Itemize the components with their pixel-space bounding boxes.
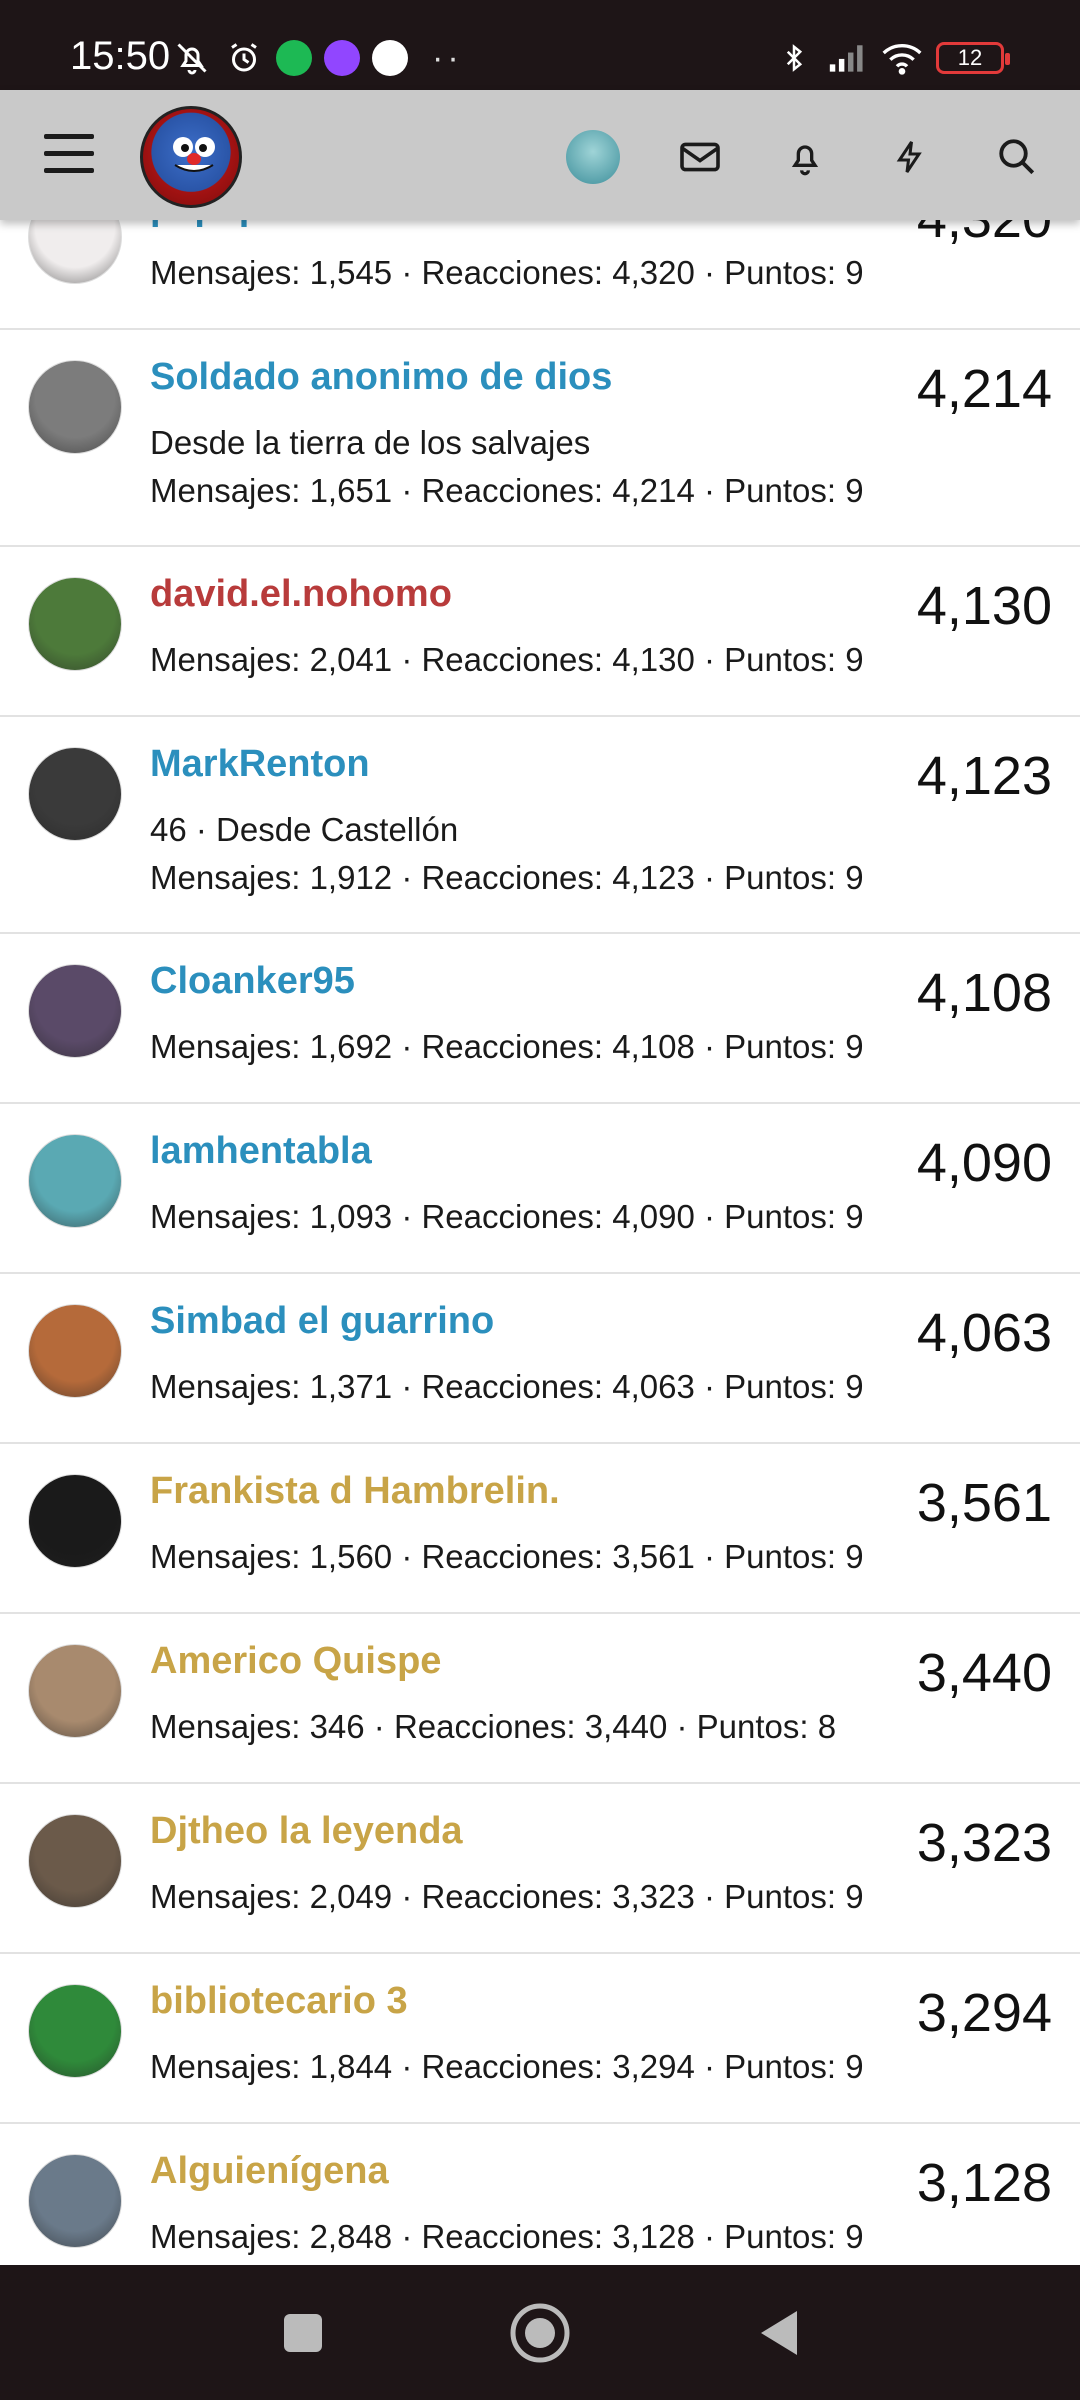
member-name[interactable]: bibliotecario 3 <box>150 1980 408 2023</box>
member-score: 4,108 <box>916 963 1052 1023</box>
member-name[interactable]: Alguienígena <box>150 2150 389 2193</box>
wifi-icon <box>882 38 922 78</box>
user-avatar[interactable] <box>566 130 620 184</box>
member-stats: Mensajes: 2,041 · Reacciones: 4,130 · Pu… <box>150 641 864 678</box>
recent-apps-button[interactable] <box>270 2300 336 2366</box>
back-button[interactable] <box>745 2300 811 2366</box>
member-avatar[interactable] <box>28 1984 122 2078</box>
member-avatar[interactable] <box>28 577 122 671</box>
battery-level: 12 <box>957 45 983 70</box>
app-notification-icon <box>276 40 312 76</box>
member-stats: Mensajes: 1,692 · Reacciones: 4,108 · Pu… <box>150 1028 864 1065</box>
logo-mascot <box>173 137 215 172</box>
signal-icon <box>828 38 868 78</box>
member-stats: Mensajes: 1,371 · Reacciones: 4,063 · Pu… <box>150 1368 864 1405</box>
member-avatar[interactable] <box>28 1134 122 1228</box>
member-avatar[interactable] <box>28 1644 122 1738</box>
member-stats: Mensajes: 1,545 · Reacciones: 4,320 · Pu… <box>150 254 864 291</box>
site-logo[interactable] <box>140 106 242 208</box>
status-icons-left: ·· <box>172 36 463 80</box>
member-avatar[interactable] <box>28 1814 122 1908</box>
bell-icon[interactable] <box>778 130 832 184</box>
member-avatar[interactable] <box>28 1304 122 1398</box>
member-score: 4,123 <box>916 746 1052 806</box>
twitch-icon <box>324 40 360 76</box>
status-bar: 15:50 ·· 12 <box>0 0 1080 90</box>
member-stats: Mensajes: 346 · Reacciones: 3,440 · Punt… <box>150 1708 837 1745</box>
bluetooth-icon <box>774 38 814 78</box>
member-row[interactable]: Frankista d Hambrelin. Mensajes: 1,560 · … <box>0 1444 1080 1614</box>
member-name[interactable]: Simbad el guarrino <box>150 1300 494 1343</box>
member-avatar[interactable] <box>28 1474 122 1568</box>
member-avatar[interactable] <box>28 220 122 284</box>
member-avatar[interactable] <box>28 360 122 454</box>
navigation-bar <box>0 2265 1080 2400</box>
member-subtitle: Desde la tierra de los salvajes <box>150 424 591 461</box>
member-row[interactable]: david.el.nohomo Mensajes: 2,041 · Reaccio… <box>0 547 1080 717</box>
member-row[interactable]: MarkRenton 46 · Desde Castellón Mensajes: … <box>0 717 1080 934</box>
member-score: 4,090 <box>916 1133 1052 1193</box>
bolt-icon[interactable] <box>883 130 937 184</box>
member-avatar[interactable] <box>28 964 122 1058</box>
member-name[interactable]: david.el.nohomo <box>150 573 452 616</box>
status-icons-right: 12 <box>774 36 1010 80</box>
member-row[interactable]: Americo Quispe Mensajes: 346 · Reacciones… <box>0 1614 1080 1784</box>
amazon-icon <box>372 40 408 76</box>
battery-indicator: 12 <box>936 42 1010 74</box>
member-row[interactable]: Soldado anonimo de dios Desde la tierra d… <box>0 330 1080 547</box>
app-header <box>0 90 1080 220</box>
member-row[interactable]: lamhentabla Mensajes: 1,093 · Reacciones:… <box>0 1104 1080 1274</box>
member-name[interactable]: lamhentabla <box>150 1130 372 1173</box>
member-score: 4,320 <box>917 220 1052 250</box>
member-row[interactable]: bibliotecario 3 Mensajes: 1,844 · Reaccio… <box>0 1954 1080 2124</box>
member-score: 4,130 <box>916 576 1052 636</box>
member-name[interactable]: MarkRenton <box>150 743 370 786</box>
member-name[interactable]: Americo Quispe <box>150 1640 441 1683</box>
member-score: 3,294 <box>916 1983 1052 2043</box>
member-stats: Mensajes: 2,049 · Reacciones: 3,323 · Pu… <box>150 1878 864 1915</box>
member-score: 4,063 <box>916 1303 1052 1363</box>
member-avatar[interactable] <box>28 2154 122 2248</box>
member-list-inner: papapitufo Mensajes: 1,545 · Reacciones: … <box>0 220 1080 2265</box>
member-subtitle: 46 · Desde Castellón <box>150 811 459 848</box>
member-stats: Mensajes: 1,093 · Reacciones: 4,090 · Pu… <box>150 1198 864 1235</box>
member-stats: Mensajes: 1,651 · Reacciones: 4,214 · Pu… <box>150 472 864 509</box>
mute-notifications-icon <box>172 38 212 78</box>
member-stats: Mensajes: 1,844 · Reacciones: 3,294 · Pu… <box>150 2048 864 2085</box>
member-name[interactable]: Frankista d Hambrelin. <box>150 1470 560 1513</box>
member-score: 3,323 <box>916 1813 1052 1873</box>
member-row[interactable]: Djtheo la leyenda Mensajes: 2,049 · Reacc… <box>0 1784 1080 1954</box>
member-name[interactable]: Djtheo la leyenda <box>150 1810 463 1853</box>
member-row[interactable]: Alguienígena Mensajes: 2,848 · Reacciones… <box>0 2124 1080 2265</box>
member-stats: Mensajes: 2,848 · Reacciones: 3,128 · Pu… <box>150 2218 864 2255</box>
home-button[interactable] <box>507 2300 573 2366</box>
member-score: 4,214 <box>916 359 1052 419</box>
member-row[interactable]: Simbad el guarrino Mensajes: 1,371 · Reac… <box>0 1274 1080 1444</box>
member-name[interactable]: Cloanker95 <box>150 960 355 1003</box>
more-notifications-icon: ·· <box>432 38 463 77</box>
member-name[interactable]: Soldado anonimo de dios <box>150 356 612 399</box>
alarm-icon <box>224 38 264 78</box>
member-name[interactable]: papapitufo <box>150 220 344 229</box>
member-score: 3,561 <box>916 1473 1052 1533</box>
search-icon[interactable] <box>990 130 1044 184</box>
member-row[interactable]: papapitufo Mensajes: 1,545 · Reacciones: … <box>0 220 1080 330</box>
member-list: papapitufo Mensajes: 1,545 · Reacciones: … <box>0 220 1080 2265</box>
member-row[interactable]: Cloanker95 Mensajes: 1,692 · Reacciones: … <box>0 934 1080 1104</box>
menu-icon[interactable] <box>44 134 94 178</box>
member-stats: Mensajes: 1,560 · Reacciones: 3,561 · Pu… <box>150 1538 864 1575</box>
member-score: 3,440 <box>916 1643 1052 1703</box>
status-time: 15:50 <box>70 34 171 78</box>
member-avatar[interactable] <box>28 747 122 841</box>
member-stats: Mensajes: 1,912 · Reacciones: 4,123 · Pu… <box>150 859 864 896</box>
mail-icon[interactable] <box>673 130 727 184</box>
member-score: 3,128 <box>916 2153 1052 2213</box>
